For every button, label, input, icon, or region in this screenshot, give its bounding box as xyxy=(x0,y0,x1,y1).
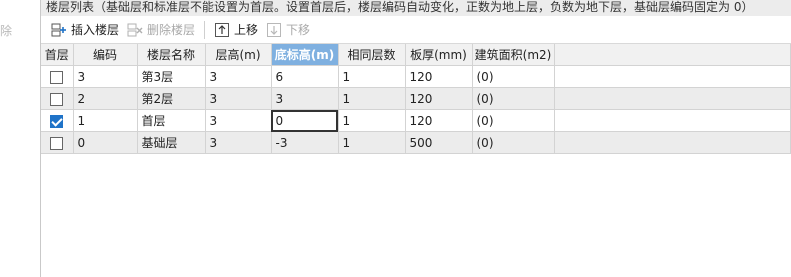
move-up-label: 上移 xyxy=(234,23,259,37)
cell-height[interactable]: 3 xyxy=(205,87,272,110)
first-floor-checkbox[interactable] xyxy=(50,136,64,150)
cell-same-count[interactable]: 1 xyxy=(338,65,406,88)
cell-code[interactable]: 2 xyxy=(73,87,138,110)
first-floor-checkbox[interactable] xyxy=(50,114,64,128)
insert-floor-label: 插入楼层 xyxy=(71,23,120,37)
cell-area[interactable]: (0) xyxy=(472,87,555,110)
col-header-thickness[interactable]: 板厚(mm) xyxy=(405,44,473,66)
col-header-bottom-elevation[interactable]: 底标高(m) xyxy=(271,44,339,66)
cell-bottom-elevation[interactable]: -3 xyxy=(271,131,339,154)
table-header-row: 首层 编码 楼层名称 层高(m) 底标高(m) 相同层数 板厚(mm) 建筑面积… xyxy=(41,44,791,66)
cell-thickness[interactable]: 120 xyxy=(405,109,473,132)
delete-floor-label: 删除楼层 xyxy=(147,23,196,37)
col-header-filler xyxy=(554,44,791,66)
col-header-name[interactable]: 楼层名称 xyxy=(137,44,206,66)
col-header-first[interactable]: 首层 xyxy=(41,44,74,66)
left-delete-label[interactable]: 除 xyxy=(0,22,12,39)
cell-code[interactable]: 0 xyxy=(73,131,138,154)
floor-table: 首层 编码 楼层名称 层高(m) 底标高(m) 相同层数 板厚(mm) 建筑面积… xyxy=(41,44,791,154)
insert-floor-icon xyxy=(51,22,67,38)
cell-same-count[interactable]: 1 xyxy=(338,109,406,132)
cell-area[interactable]: (0) xyxy=(472,109,555,132)
insert-floor-button[interactable]: 插入楼层 xyxy=(47,19,123,41)
arrow-up-icon xyxy=(214,22,230,38)
left-panel: 除 xyxy=(0,0,41,277)
cell-bottom-elevation[interactable]: 3 xyxy=(271,87,339,110)
delete-floor-icon xyxy=(127,22,143,38)
col-header-area[interactable]: 建筑面积(m2) xyxy=(472,44,555,66)
cell-height[interactable]: 3 xyxy=(205,65,272,88)
cell-thickness[interactable]: 120 xyxy=(405,65,473,88)
cell-name[interactable]: 首层 xyxy=(137,109,206,132)
cell-height[interactable]: 3 xyxy=(205,131,272,154)
cell-code[interactable]: 3 xyxy=(73,65,138,88)
move-down-button[interactable]: 下移 xyxy=(262,19,314,41)
cell-bottom-elevation-editing[interactable]: 0 xyxy=(271,109,339,132)
cell-bottom-elevation[interactable]: 6 xyxy=(271,65,339,88)
col-header-height[interactable]: 层高(m) xyxy=(205,44,272,66)
table-row[interactable]: 0 基础层 3 -3 1 500 (0) xyxy=(41,131,791,154)
arrow-down-icon xyxy=(266,22,282,38)
col-header-code[interactable]: 编码 xyxy=(73,44,138,66)
delete-floor-button[interactable]: 删除楼层 xyxy=(123,19,199,41)
first-floor-checkbox[interactable] xyxy=(50,70,64,84)
toolbar: 插入楼层 删除楼层 上移 下移 xyxy=(41,16,791,44)
cell-same-count[interactable]: 1 xyxy=(338,131,406,154)
floor-list-panel: 楼层列表（基础层和标准层不能设置为首层。设置首层后，楼层编码自动变化，正数为地上… xyxy=(41,0,791,277)
cell-name[interactable]: 基础层 xyxy=(137,131,206,154)
move-up-button[interactable]: 上移 xyxy=(210,19,262,41)
cell-thickness[interactable]: 120 xyxy=(405,87,473,110)
table-row[interactable]: 3 第3层 3 6 1 120 (0) xyxy=(41,65,791,88)
table-row[interactable]: 2 第2层 3 3 1 120 (0) xyxy=(41,87,791,110)
cell-area[interactable]: (0) xyxy=(472,65,555,88)
panel-title: 楼层列表（基础层和标准层不能设置为首层。设置首层后，楼层编码自动变化，正数为地上… xyxy=(41,0,791,16)
toolbar-divider xyxy=(204,20,206,39)
cell-code[interactable]: 1 xyxy=(73,109,138,132)
move-down-label: 下移 xyxy=(286,23,311,37)
col-header-same-count[interactable]: 相同层数 xyxy=(338,44,406,66)
cell-name[interactable]: 第3层 xyxy=(137,65,206,88)
cell-area[interactable]: (0) xyxy=(472,131,555,154)
cell-thickness[interactable]: 500 xyxy=(405,131,473,154)
table-row[interactable]: 1 首层 3 0 1 120 (0) xyxy=(41,109,791,132)
cell-same-count[interactable]: 1 xyxy=(338,87,406,110)
cell-height[interactable]: 3 xyxy=(205,109,272,132)
cell-name[interactable]: 第2层 xyxy=(137,87,206,110)
first-floor-checkbox[interactable] xyxy=(50,92,64,106)
